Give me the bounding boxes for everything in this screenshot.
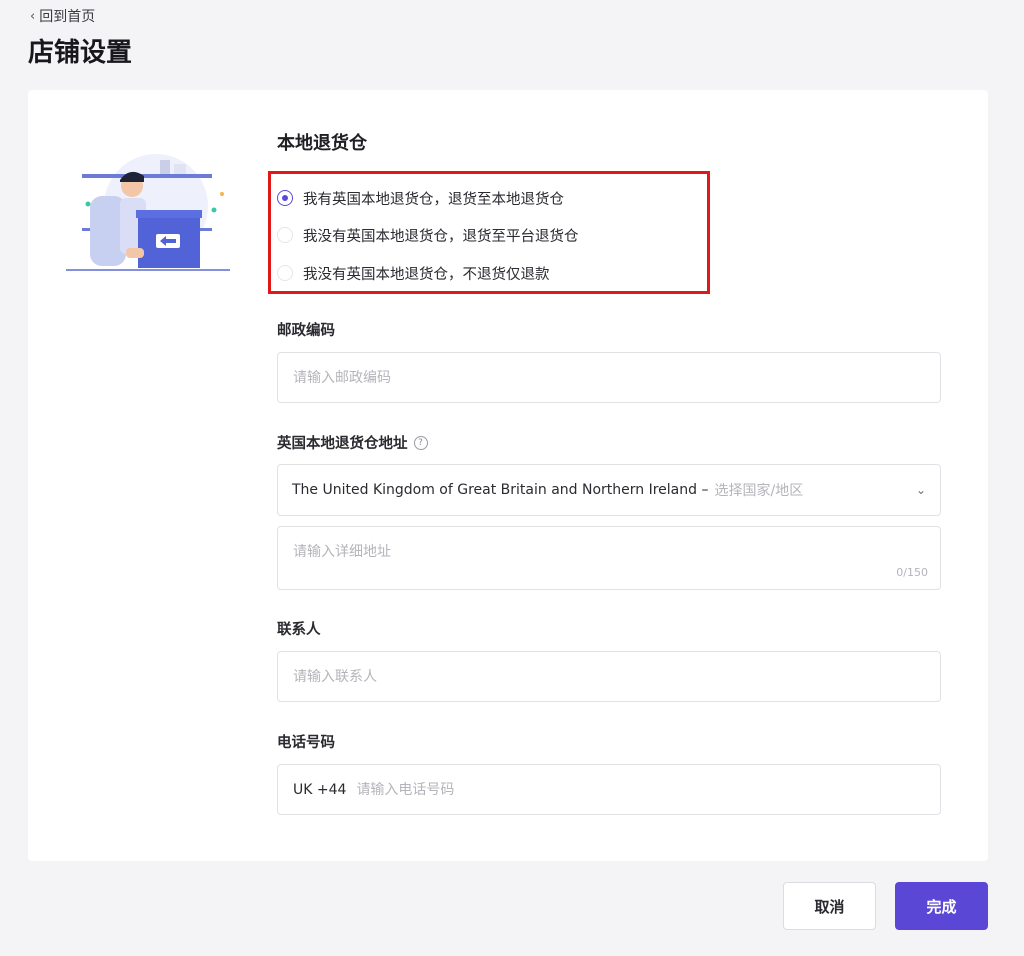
- back-link-label: 回到首页: [39, 9, 96, 25]
- back-to-home-link[interactable]: ‹ 回到首页: [30, 6, 95, 26]
- phone-field-wrapper: UK +44: [277, 764, 941, 815]
- radio-option-refund-only[interactable]: 我没有英国本地退货仓，不退货仅退款: [277, 261, 550, 285]
- address-label: 英国本地退货仓地址 ?: [277, 432, 428, 453]
- contact-label: 联系人: [277, 618, 321, 639]
- phone-country-prefix[interactable]: UK +44: [278, 782, 346, 798]
- radio-checked-icon[interactable]: [277, 190, 293, 206]
- address-detail-textarea[interactable]: [278, 527, 940, 589]
- page-title: 店铺设置: [28, 38, 133, 68]
- country-placeholder: 选择国家/地区: [714, 483, 804, 499]
- help-icon[interactable]: ?: [413, 435, 428, 450]
- radio-option-platform-warehouse[interactable]: 我没有英国本地退货仓，退货至平台退货仓: [277, 223, 579, 247]
- address-detail-wrapper: 0/150: [277, 526, 941, 590]
- radio-option-label: 我没有英国本地退货仓，不退货仅退款: [303, 266, 550, 283]
- done-button[interactable]: 完成: [895, 882, 988, 930]
- radio-option-local-warehouse[interactable]: 我有英国本地退货仓，退货至本地退货仓: [277, 186, 564, 210]
- contact-input[interactable]: [278, 652, 940, 701]
- postcode-field-wrapper: [277, 352, 941, 403]
- radio-unchecked-icon[interactable]: [277, 265, 293, 281]
- postcode-label: 邮政编码: [277, 319, 335, 340]
- address-label-text: 英国本地退货仓地址: [277, 436, 408, 452]
- chevron-left-icon: ‹: [30, 8, 36, 24]
- phone-label-text: 电话号码: [277, 735, 335, 751]
- contact-label-text: 联系人: [277, 622, 321, 638]
- country-select[interactable]: The United Kingdom of Great Britain and …: [277, 464, 941, 516]
- chevron-down-icon: ⌄: [915, 483, 926, 497]
- radio-option-label: 我有英国本地退货仓，退货至本地退货仓: [303, 191, 564, 208]
- postcode-label-text: 邮政编码: [277, 323, 335, 339]
- contact-field-wrapper: [277, 651, 941, 702]
- postcode-input[interactable]: [278, 353, 940, 402]
- country-value: The United Kingdom of Great Britain and …: [292, 482, 709, 498]
- return-warehouse-illustration: [66, 154, 230, 271]
- section-title: 本地退货仓: [277, 133, 367, 154]
- radio-unchecked-icon[interactable]: [277, 227, 293, 243]
- phone-input[interactable]: [346, 765, 940, 814]
- radio-option-label: 我没有英国本地退货仓，退货至平台退货仓: [303, 228, 579, 245]
- phone-label: 电话号码: [277, 731, 335, 752]
- cancel-button[interactable]: 取消: [783, 882, 876, 930]
- character-counter: 0/150: [896, 566, 928, 579]
